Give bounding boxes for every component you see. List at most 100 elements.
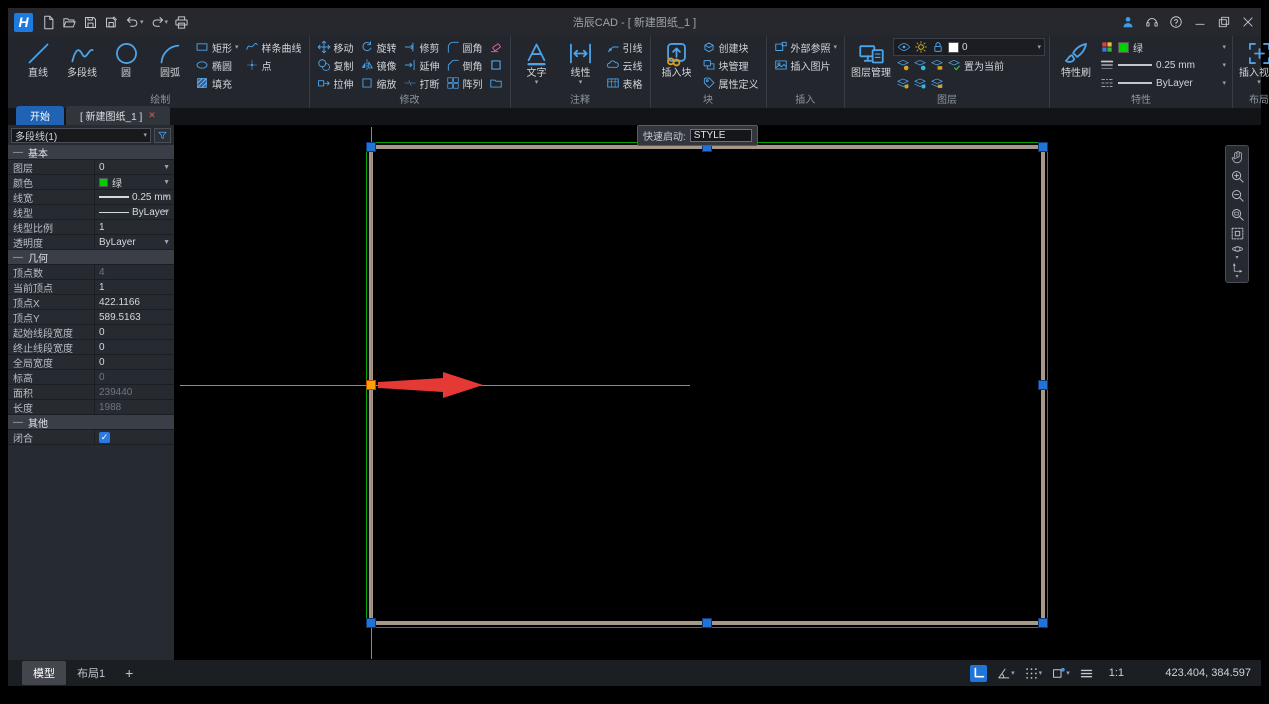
- palette-value-长度[interactable]: 1988: [94, 400, 174, 414]
- palette-value-终止线段宽度[interactable]: 0: [94, 340, 174, 354]
- revcloud-button[interactable]: 云线: [603, 56, 646, 74]
- attribute-define-button[interactable]: 属性定义: [699, 74, 762, 92]
- rotate-button[interactable]: 旋转: [357, 38, 400, 56]
- minimize-button[interactable]: [1193, 15, 1207, 29]
- laycyan-button[interactable]: [913, 58, 927, 72]
- user-button[interactable]: [1121, 15, 1135, 29]
- leader-button[interactable]: 引线: [603, 38, 646, 56]
- rectangle-button[interactable]: 矩形 ▾: [192, 38, 242, 56]
- palette-value-全局宽度[interactable]: 0: [94, 355, 174, 369]
- move-button[interactable]: 移动: [314, 38, 357, 56]
- arc-button[interactable]: 圆弧: [148, 38, 192, 79]
- set-current-label[interactable]: 置为当前: [964, 58, 1004, 73]
- quick-select-button[interactable]: [154, 128, 171, 143]
- annotation-scale[interactable]: 1:1: [1109, 667, 1124, 679]
- support-button[interactable]: [1145, 15, 1159, 29]
- block-manager-button[interactable]: 块管理: [699, 56, 762, 74]
- wipeout-button[interactable]: [486, 56, 506, 74]
- zoom-extents-button[interactable]: [1227, 224, 1247, 242]
- xref-button[interactable]: 外部参照 ▾: [771, 38, 841, 56]
- grip[interactable]: [366, 618, 376, 628]
- grip[interactable]: [1038, 142, 1048, 152]
- undo-button[interactable]: ▾: [123, 13, 146, 32]
- palette-value-透明度[interactable]: ByLayer ▼: [94, 235, 174, 249]
- palette-value-标高[interactable]: 0: [94, 370, 174, 384]
- grid-snap-button[interactable]: ▾: [1024, 666, 1042, 681]
- status-menu-button[interactable]: [1079, 666, 1094, 681]
- new-file-button[interactable]: [39, 13, 58, 32]
- extend-button[interactable]: 延伸: [400, 56, 443, 74]
- erase-button[interactable]: [486, 38, 506, 56]
- grip[interactable]: [702, 618, 712, 628]
- spline-button[interactable]: 样条曲线: [242, 38, 305, 56]
- palette-section-几何[interactable]: — 几何: [8, 250, 174, 265]
- restore-button[interactable]: [1217, 15, 1231, 29]
- fillet-button[interactable]: 圆角: [443, 38, 486, 56]
- lineweight-control[interactable]: 0.25 mm ▾: [1098, 56, 1228, 74]
- ellipse-button[interactable]: 椭圆: [192, 56, 242, 74]
- laylock3-button[interactable]: [930, 76, 944, 90]
- palette-value-顶点Y[interactable]: 589.5163: [94, 310, 174, 324]
- palette-value-面积[interactable]: 239440: [94, 385, 174, 399]
- break-button[interactable]: 打断: [400, 74, 443, 92]
- create-block-button[interactable]: 创建块: [699, 38, 762, 56]
- layer-select[interactable]: 0 ▾: [893, 38, 1046, 56]
- palette-section-其他[interactable]: — 其他: [8, 415, 174, 430]
- array-button[interactable]: 阵列: [443, 74, 486, 92]
- palette-value-颜色[interactable]: 绿 ▼: [94, 175, 174, 190]
- open-file-button[interactable]: [60, 13, 79, 32]
- close-button[interactable]: [1241, 15, 1255, 29]
- palette-value-闭合[interactable]: ✓: [94, 430, 174, 444]
- laygold-button[interactable]: [896, 58, 910, 72]
- linear-dim-button[interactable]: 线性 ▾: [559, 38, 603, 86]
- text-button[interactable]: 文字 ▾: [515, 38, 559, 86]
- laygold2-button[interactable]: [896, 76, 910, 90]
- match-properties-button[interactable]: 特性刷: [1054, 38, 1098, 79]
- tab-document[interactable]: [ 新建图纸_1 ] ✕: [66, 106, 170, 125]
- help-button[interactable]: [1169, 15, 1183, 29]
- color-control[interactable]: 绿 ▾: [1098, 38, 1228, 56]
- palette-value-当前顶点[interactable]: 1: [94, 280, 174, 294]
- laycyan2-button[interactable]: [913, 76, 927, 90]
- stretch-button[interactable]: 拉伸: [314, 74, 357, 92]
- zoom-window-button[interactable]: [1227, 205, 1247, 223]
- copy-button[interactable]: 复制: [314, 56, 357, 74]
- angle-snap-button[interactable]: ▾: [996, 666, 1015, 681]
- line-button[interactable]: 直线: [16, 38, 60, 79]
- layer-manager-button[interactable]: 图层管理: [849, 38, 893, 79]
- grip[interactable]: [366, 142, 376, 152]
- palette-value-起始线段宽度[interactable]: 0: [94, 325, 174, 339]
- tab-start[interactable]: 开始: [16, 106, 64, 125]
- polyline-button[interactable]: 多段线: [60, 38, 104, 79]
- mirror-button[interactable]: 镜像: [357, 56, 400, 74]
- app-logo-icon[interactable]: H: [14, 12, 33, 32]
- add-layout-button[interactable]: +: [116, 663, 142, 683]
- zoom-out-button[interactable]: [1227, 186, 1247, 204]
- palette-value-顶点X[interactable]: 422.1166: [94, 295, 174, 309]
- ucs-button[interactable]: ▾: [1227, 262, 1247, 280]
- save-as-button[interactable]: [102, 13, 121, 32]
- object-type-select[interactable]: 多段线(1) ▾: [11, 128, 151, 143]
- orbit-button[interactable]: ▾: [1227, 243, 1247, 261]
- zoom-in-button[interactable]: [1227, 167, 1247, 185]
- tab-model[interactable]: 模型: [22, 661, 66, 685]
- point-button[interactable]: 点: [242, 56, 305, 74]
- redo-button[interactable]: ▾: [148, 13, 171, 32]
- circle-button[interactable]: 圆: [104, 38, 148, 79]
- laylock2-button[interactable]: [930, 58, 944, 72]
- palette-section-基本[interactable]: — 基本: [8, 145, 174, 160]
- grip[interactable]: [1038, 618, 1048, 628]
- linetype-control[interactable]: ByLayer ▾: [1098, 74, 1228, 92]
- hatch-button[interactable]: 填充: [192, 74, 242, 92]
- quick-launch-input[interactable]: STYLE: [689, 129, 752, 142]
- object-snap-button[interactable]: ▾: [1051, 666, 1070, 681]
- save-button[interactable]: [81, 13, 100, 32]
- laycheck-button[interactable]: [947, 58, 961, 72]
- insert-image-button[interactable]: 插入图片: [771, 56, 841, 74]
- palette-value-线型[interactable]: ByLayer ▼: [94, 205, 174, 219]
- checkbox-checked[interactable]: ✓: [99, 431, 110, 443]
- trim-button[interactable]: 修剪: [400, 38, 443, 56]
- palette-value-线宽[interactable]: 0.25 mm ▼: [94, 190, 174, 204]
- insert-viewport-button[interactable]: 插入视口▾: [1237, 38, 1269, 86]
- palette-value-线型比例[interactable]: 1: [94, 220, 174, 234]
